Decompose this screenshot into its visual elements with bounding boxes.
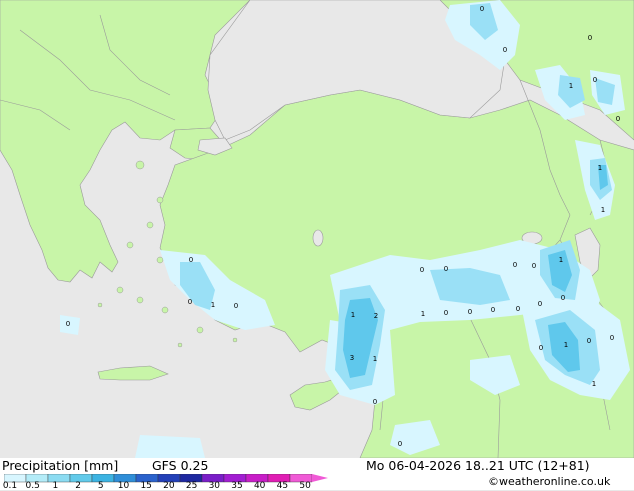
- precip-value-label: 0: [420, 266, 424, 274]
- precip-value-label: 0: [480, 5, 484, 13]
- precip-value-label: 1: [211, 301, 215, 309]
- legend-footer: Precipitation [mm] GFS 0.25 Mo 06-04-202…: [0, 458, 634, 491]
- precip-value-label: 1: [421, 310, 425, 318]
- precip-value-label: 1: [569, 82, 573, 90]
- precip-value-label: 0: [610, 334, 614, 342]
- legend-title: Precipitation [mm]: [2, 458, 119, 473]
- color-scale-segment: [69, 474, 93, 483]
- precip-value-label: 0: [188, 298, 192, 306]
- precip-value-label: 0: [444, 265, 448, 273]
- forecast-datetime: Mo 06-04-2026 18..21 UTC (12+81): [366, 458, 590, 473]
- precip-value-label: 2: [374, 312, 378, 320]
- precip-value-label: 0: [539, 344, 543, 352]
- precip-value-label: 0: [616, 115, 620, 123]
- precip-value-label: 0: [532, 262, 536, 270]
- precip-value-label: 0: [234, 302, 238, 310]
- precip-value-label: 0: [516, 305, 520, 313]
- precip-value-label: 0: [373, 398, 377, 406]
- precip-value-label: 1: [564, 341, 568, 349]
- precip-value-label: 0: [398, 440, 402, 448]
- weather-map-stage: 0 0 1 0 0 1 1 0 0 0 0 1 0 0 0 0 0 0 1 1 2 3 1 0 0 0 1 0 1 0 1 0 0 0 0 0 Pre…: [0, 0, 634, 491]
- precip-value-label: 0: [538, 300, 542, 308]
- credit-link[interactable]: ©weatheronline.co.uk: [488, 475, 610, 488]
- precip-value-label: 1: [373, 355, 377, 363]
- color-scale-arrow: [312, 474, 328, 482]
- precip-value-label: 0: [587, 337, 591, 345]
- precip-value-label: 0: [444, 309, 448, 317]
- precip-value-label: 0: [189, 256, 193, 264]
- precip-value-label: 3: [350, 354, 354, 362]
- color-scale-segment: [47, 474, 71, 483]
- model-name: GFS 0.25: [152, 458, 209, 473]
- precip-value-label: 1: [592, 380, 596, 388]
- precip-value-label: 1: [351, 311, 355, 319]
- precip-value-label: 0: [513, 261, 517, 269]
- precip-value-label: 0: [503, 46, 507, 54]
- precip-value-label: 1: [598, 164, 602, 172]
- lake-tuz: [312, 229, 324, 247]
- precip-value-label: 0: [468, 308, 472, 316]
- precip-value-label: 0: [66, 320, 70, 328]
- precipitation-map: 0 0 1 0 0 1 1 0 0 0 0 1 0 0 0 0 0 0 1 1 2 3 1 0 0 0 1 0 1 0 1 0 0 0 0 0: [0, 0, 634, 458]
- precip-value-label: 0: [588, 34, 592, 42]
- precip-value-label: 0: [593, 76, 597, 84]
- precip-value-label: 1: [601, 206, 605, 214]
- precip-value-label: 1: [559, 256, 563, 264]
- precip-value-label: 0: [491, 306, 495, 314]
- precip-value-label: 0: [561, 294, 565, 302]
